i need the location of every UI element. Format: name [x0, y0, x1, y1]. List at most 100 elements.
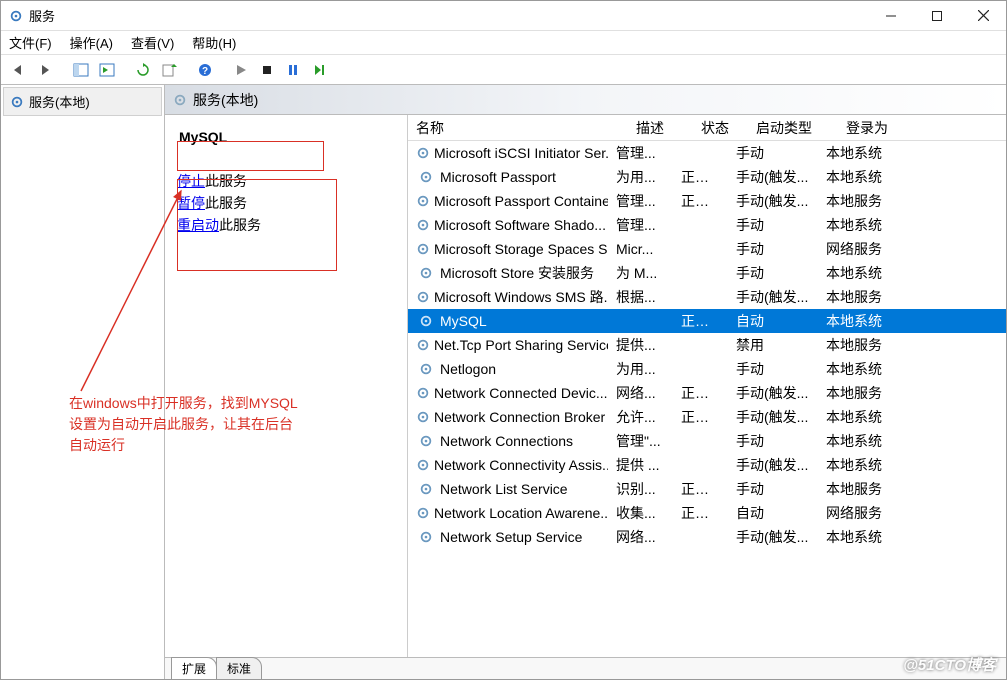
service-row[interactable]: Microsoft Storage Spaces S...Micr...手动网络… — [408, 237, 1006, 261]
service-name: Network Connections — [440, 433, 573, 449]
service-name: Microsoft Software Shado... — [434, 217, 606, 233]
service-row[interactable]: Netlogon为用...手动本地系统 — [408, 357, 1006, 381]
restart-suffix: 此服务 — [219, 217, 261, 233]
maximize-button[interactable] — [914, 1, 960, 30]
service-startup: 手动 — [728, 239, 818, 259]
service-name: Network Connected Devic... — [434, 385, 608, 401]
service-name: Network List Service — [440, 481, 568, 497]
service-row[interactable]: Network Location Awarene...收集...正在...自动网… — [408, 501, 1006, 525]
back-button[interactable] — [7, 58, 31, 82]
service-row[interactable]: Microsoft Passport Container管理...正在...手动… — [408, 189, 1006, 213]
service-startup: 手动(触发... — [728, 455, 818, 475]
tree-node-services-local[interactable]: 服务(本地) — [3, 87, 162, 116]
service-row[interactable]: Microsoft Passport为用...正在...手动(触发...本地系统 — [408, 165, 1006, 189]
export-button[interactable] — [157, 58, 181, 82]
show-hide-tree-button[interactable] — [69, 58, 93, 82]
column-headers: 名称 描述 状态 启动类型 登录为 — [408, 115, 1006, 141]
tab-bar: 扩展 标准 — [165, 657, 1006, 679]
gear-icon — [416, 434, 436, 448]
service-logon: 本地系统 — [818, 263, 908, 283]
window-title: 服务 — [29, 6, 55, 25]
service-row[interactable]: Network Connections 管理"... 手动本地系统 — [408, 429, 1006, 453]
toolbar: ? — [1, 55, 1006, 85]
service-row[interactable]: Microsoft Store 安装服务为 M...手动本地系统 — [408, 261, 1006, 285]
service-rows[interactable]: Microsoft iSCSI Initiator Ser...管理...手动本… — [408, 141, 1006, 657]
service-row[interactable]: Network List Service识别...正在...手动本地服务 — [408, 477, 1006, 501]
minimize-button[interactable] — [868, 1, 914, 30]
service-startup: 手动 — [728, 431, 818, 451]
service-name: MySQL — [440, 313, 487, 329]
service-logon: 本地系统 — [818, 215, 908, 235]
service-logon: 本地服务 — [818, 383, 908, 403]
service-logon: 本地系统 — [818, 527, 908, 547]
service-desc: 收集... — [608, 503, 673, 523]
service-desc: Micr... — [608, 241, 673, 257]
service-startup: 手动(触发... — [728, 407, 818, 427]
service-name: Microsoft iSCSI Initiator Ser... — [434, 145, 608, 161]
service-row[interactable]: Microsoft Software Shado...管理...手动本地系统 — [408, 213, 1006, 237]
service-status: 正在... — [673, 479, 728, 499]
service-row[interactable]: MySQL正在...自动本地系统 — [408, 309, 1006, 333]
pause-link[interactable]: 暂停 — [177, 195, 205, 211]
service-list-pane: 名称 描述 状态 启动类型 登录为 Microsoft iSCSI Initia… — [407, 115, 1006, 657]
service-desc: 网络... — [608, 527, 673, 547]
service-row[interactable]: Microsoft Windows SMS 路...根据...手动(触发...本… — [408, 285, 1006, 309]
tab-extended[interactable]: 扩展 — [171, 657, 217, 679]
service-name: Microsoft Storage Spaces S... — [434, 241, 608, 257]
service-logon: 本地系统 — [818, 407, 908, 427]
menu-view[interactable]: 查看(V) — [131, 33, 174, 52]
service-row[interactable]: Network Connected Devic...网络...正在...手动(触… — [408, 381, 1006, 405]
service-startup: 手动 — [728, 215, 818, 235]
gear-icon — [10, 95, 24, 109]
service-row[interactable]: Microsoft iSCSI Initiator Ser...管理...手动本… — [408, 141, 1006, 165]
service-name: Net.Tcp Port Sharing Service — [434, 337, 608, 353]
refresh-button[interactable] — [131, 58, 155, 82]
service-desc: 为用... — [608, 167, 673, 187]
col-startup[interactable]: 启动类型 — [748, 118, 838, 138]
col-logon[interactable]: 登录为 — [838, 118, 928, 138]
menu-file[interactable]: 文件(F) — [9, 33, 52, 52]
service-startup: 禁用 — [728, 335, 818, 355]
forward-button[interactable] — [33, 58, 57, 82]
detail-actions: 停止此服务 暂停此服务 重启动此服务 — [177, 171, 395, 235]
stop-suffix: 此服务 — [205, 173, 247, 189]
col-status[interactable]: 状态 — [693, 118, 748, 138]
service-row[interactable]: Network Setup Service网络...手动(触发...本地系统 — [408, 525, 1006, 549]
menu-help[interactable]: 帮助(H) — [192, 33, 236, 52]
stop-link[interactable]: 停止 — [177, 173, 205, 189]
service-desc: 管理"... — [608, 431, 673, 451]
service-status: 正在... — [673, 383, 728, 403]
stop-service-button[interactable] — [255, 58, 279, 82]
restart-link[interactable]: 重启动 — [177, 217, 219, 233]
help-button[interactable]: ? — [193, 58, 217, 82]
service-startup: 手动 — [728, 359, 818, 379]
gear-icon — [416, 146, 430, 160]
service-logon: 本地系统 — [818, 455, 908, 475]
service-row[interactable]: Net.Tcp Port Sharing Service提供...禁用本地服务 — [408, 333, 1006, 357]
start-service-button[interactable] — [229, 58, 253, 82]
service-name: Netlogon — [440, 361, 496, 377]
service-desc: 为用... — [608, 359, 673, 379]
close-button[interactable] — [960, 1, 1006, 30]
watermark: @51CTO博客 — [903, 654, 996, 675]
col-desc[interactable]: 描述 — [628, 118, 693, 138]
gear-icon — [416, 482, 436, 496]
service-logon: 本地系统 — [818, 143, 908, 163]
service-status: 正在... — [673, 503, 728, 523]
detail-service-name: MySQL — [177, 125, 395, 151]
service-desc: 提供... — [608, 335, 673, 355]
tab-standard[interactable]: 标准 — [216, 657, 262, 679]
service-row[interactable]: Network Connectivity Assis...提供 ...手动(触发… — [408, 453, 1006, 477]
service-logon: 本地系统 — [818, 431, 908, 451]
menu-action[interactable]: 操作(A) — [70, 33, 113, 52]
service-startup: 手动 — [728, 263, 818, 283]
right-pane: 服务(本地) MySQL 停止此服务 暂停此服务 重启动此服务 名称 描述 状态… — [165, 85, 1006, 679]
col-name[interactable]: 名称 — [408, 118, 628, 138]
service-row[interactable]: Network Connection Broker允许...正在...手动(触发… — [408, 405, 1006, 429]
details-button[interactable] — [95, 58, 119, 82]
gear-icon — [416, 218, 430, 232]
pause-service-button[interactable] — [281, 58, 305, 82]
restart-service-button[interactable] — [307, 58, 331, 82]
service-name: Network Location Awarene... — [434, 505, 608, 521]
titlebar: 服务 — [1, 1, 1006, 31]
